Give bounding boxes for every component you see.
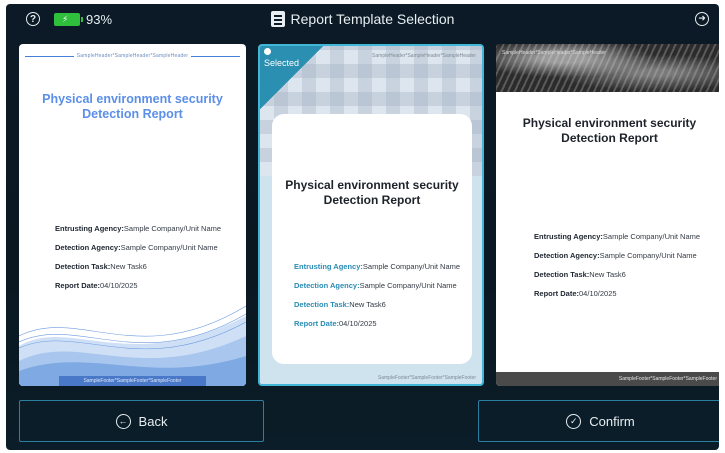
confirm-button[interactable]: ✓ Confirm	[478, 400, 719, 442]
template-card-2[interactable]: Selected SampleHeader*SampleHeader*Sampl…	[258, 44, 484, 386]
status-bar: Report Template Selection ? ⚡ 93% ➜	[6, 4, 719, 34]
detection-task: Detection Task:New Task6	[534, 270, 626, 279]
report-date: Report Date:04/10/2025	[294, 319, 377, 328]
template-footer-text: SampleFooter*SampleFooter*SampleFooter	[377, 375, 476, 381]
report-icon	[270, 11, 285, 27]
template-content-panel: Physical environment security Detection …	[272, 114, 472, 364]
detection-agency: Detection Agency:Sample Company/Unit Nam…	[55, 243, 218, 252]
template-header-text: SampleHeader*SampleHeader*SampleHeader	[502, 50, 606, 56]
detection-task: Detection Task:New Task6	[55, 262, 147, 271]
back-arrow-icon: ←	[115, 413, 131, 429]
battery-icon: ⚡	[54, 13, 83, 26]
wave-decoration	[19, 305, 246, 386]
detection-agency: Detection Agency:Sample Company/Unit Nam…	[534, 251, 697, 260]
exit-icon[interactable]: ➜	[695, 12, 709, 26]
template-header-text: SampleHeader*SampleHeader*SampleHeader	[19, 53, 246, 59]
template-title: Physical environment security Detection …	[522, 116, 697, 145]
template-title: Physical environment security Detection …	[285, 178, 459, 207]
battery-percent: 93%	[86, 12, 113, 27]
template-footer-text: SampleFooter*SampleFooter*SampleFooter	[59, 376, 206, 386]
template-title: Physical environment security Detection …	[42, 92, 223, 121]
entrusting-agency: Entrusting Agency:Sample Company/Unit Na…	[294, 262, 461, 271]
detection-agency: Detection Agency:Sample Company/Unit Nam…	[294, 281, 457, 290]
template-header-text: SampleHeader*SampleHeader*SampleHeader	[372, 53, 476, 59]
checkmark-icon: ✓	[566, 413, 582, 429]
detection-task: Detection Task:New Task6	[294, 300, 386, 309]
back-button-label: Back	[138, 413, 168, 429]
page-title: Report Template Selection	[290, 11, 455, 27]
entrusting-agency: Entrusting Agency:Sample Company/Unit Na…	[534, 232, 701, 241]
template-card-3[interactable]: SampleHeader*SampleHeader*SampleHeader P…	[496, 44, 719, 386]
template-footer-text: SampleFooter*SampleFooter*SampleFooter	[496, 372, 719, 386]
help-icon[interactable]: ?	[26, 12, 40, 26]
entrusting-agency: Entrusting Agency:Sample Company/Unit Na…	[55, 224, 222, 233]
app-screen: Report Template Selection ? ⚡ 93% ➜ Samp…	[6, 4, 719, 450]
window-title: Report Template Selection	[6, 4, 719, 34]
report-date: Report Date:04/10/2025	[534, 289, 617, 298]
selected-badge: Selected	[264, 58, 300, 68]
back-button[interactable]: ← Back	[19, 400, 264, 442]
selected-dot-icon	[264, 48, 271, 55]
confirm-button-label: Confirm	[589, 413, 635, 429]
template-card-1[interactable]: SampleHeader*SampleHeader*SampleHeader P…	[19, 44, 246, 386]
